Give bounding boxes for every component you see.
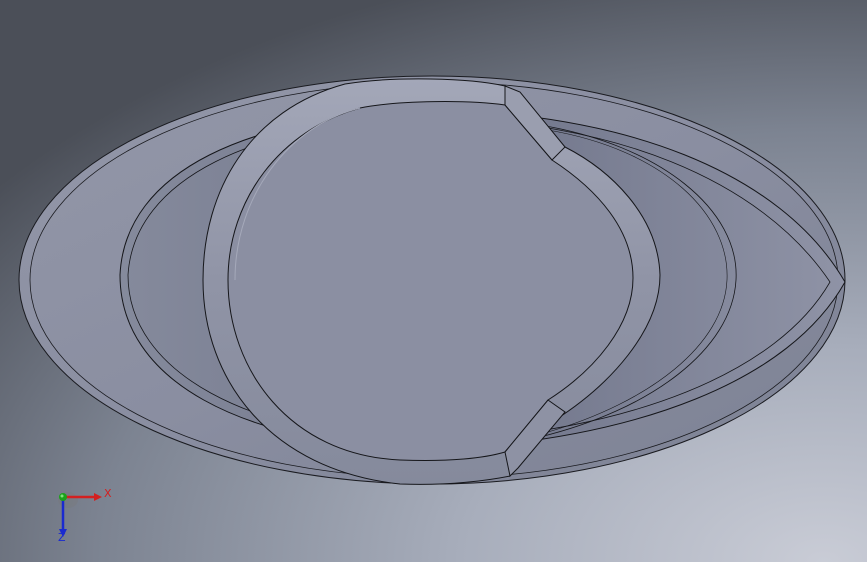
orientation-triad: X Z [50,484,120,544]
triad-x-label: X [104,487,112,500]
triad-z-label: Z [58,531,66,544]
3d-model-view[interactable] [0,0,867,562]
graphics-viewport[interactable]: X Z [0,0,867,562]
